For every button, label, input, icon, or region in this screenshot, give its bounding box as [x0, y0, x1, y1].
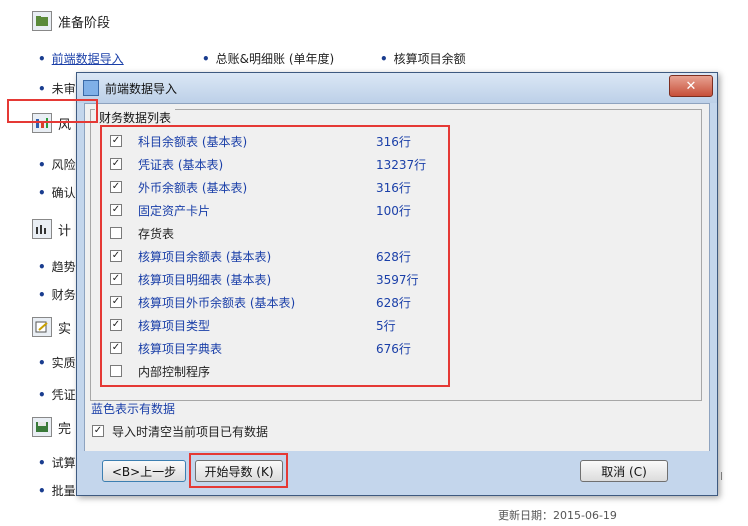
section-title: 准备阶段 [58, 15, 111, 31]
highlight-table [100, 125, 450, 387]
dialog-titlebar[interactable]: 前端数据导入 ✕ [77, 73, 717, 103]
section-header-preparation: 准备阶段 [32, 8, 722, 34]
update-date: 更新日期：2015-06-19 [498, 509, 617, 522]
link-aux-balance[interactable]: • 核算项目余额 [380, 50, 466, 67]
bg-fragment: l [720, 470, 724, 483]
link-partial-1[interactable]: • 未审 [38, 80, 76, 97]
cancel-button[interactable]: 取消 (C) [580, 460, 668, 482]
clear-data-option[interactable]: ✓ 导入时清空当前项目已有数据 [92, 422, 268, 440]
link-partial-9[interactable]: • 批量 [38, 482, 76, 499]
link-partial-8[interactable]: • 试算 [38, 454, 76, 471]
edit-icon [32, 317, 52, 337]
link-partial-5[interactable]: • 财务 [38, 286, 76, 303]
app-icon [83, 80, 99, 96]
start-import-button[interactable]: 开始导数 (K) [195, 460, 283, 482]
close-button[interactable]: ✕ [669, 75, 713, 97]
link-partial-4[interactable]: • 趋势 [38, 258, 76, 275]
prev-button[interactable]: <B>上一步 [102, 460, 186, 482]
link-frontend-import[interactable]: • 前端数据导入 [38, 50, 124, 67]
close-icon: ✕ [685, 78, 697, 94]
legend-note: 蓝色表示有数据 [91, 402, 176, 416]
save-icon [32, 417, 52, 437]
highlight-group-label [7, 99, 98, 123]
dialog-title: 前端数据导入 [105, 81, 178, 96]
clear-data-checkbox[interactable]: ✓ [92, 425, 104, 437]
link-ledger[interactable]: • 总账&明细账 (单年度) [202, 50, 334, 67]
link-partial-2[interactable]: • 风险 [38, 156, 76, 173]
link-partial-7[interactable]: • 凭证 [38, 386, 76, 403]
link-partial-3[interactable]: • 确认 [38, 184, 76, 201]
clear-data-label: 导入时清空当前项目已有数据 [112, 424, 269, 439]
folder-icon [32, 11, 52, 31]
link-partial-6[interactable]: • 实质 [38, 354, 76, 371]
bar-chart-icon [32, 219, 52, 239]
